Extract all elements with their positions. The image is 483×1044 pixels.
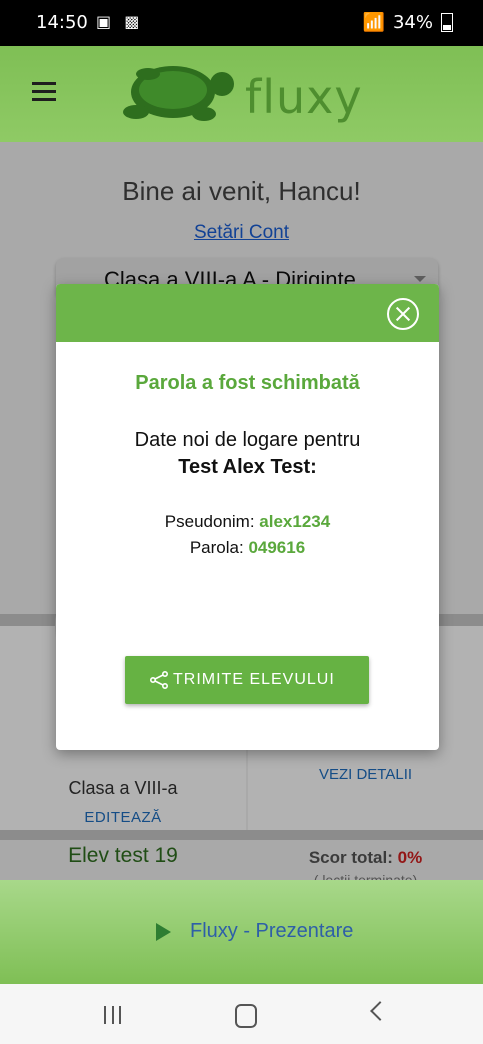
username-label: Pseudonim: — [164, 512, 255, 531]
password-row: Parola: 049616 — [56, 538, 439, 558]
student-fullname: Test Alex Test: — [178, 456, 317, 478]
close-icon[interactable] — [387, 298, 419, 330]
password-value: 049616 — [248, 538, 306, 557]
dialog-header — [56, 284, 439, 342]
system-nav-bar — [0, 984, 483, 1044]
recent-apps-icon[interactable] — [104, 1006, 121, 1024]
dialog-title: Parola a fost schimbată — [135, 372, 360, 394]
username-row: Pseudonim: alex1234 — [56, 512, 439, 532]
menu-icon[interactable] — [32, 82, 56, 101]
back-icon[interactable] — [370, 1001, 390, 1021]
status-right: 📶 34% — [363, 12, 453, 33]
app-header: fluxy — [0, 46, 483, 142]
battery-percent: 34% — [392, 12, 433, 33]
share-icon — [149, 670, 169, 690]
signal-icon: 📶 — [362, 12, 385, 33]
password-changed-dialog: Parola a fost schimbată Date noi de loga… — [56, 284, 439, 750]
footer: Fluxy - Prezentare — [0, 880, 483, 984]
play-icon[interactable] — [156, 923, 171, 941]
app-name: fluxy — [245, 70, 363, 124]
presentation-link[interactable]: Fluxy - Prezentare — [190, 920, 353, 943]
username-value: alex1234 — [259, 512, 331, 531]
status-time: 14:50 — [36, 12, 88, 33]
turtle-logo-icon — [123, 66, 234, 121]
password-label: Parola: — [189, 538, 244, 557]
notification-icons: ▣ ▩ — [96, 12, 144, 31]
status-bar: 14:50 ▣ ▩ 📶 34% — [0, 0, 483, 46]
dialog-message: Date noi de logare pentru — [134, 429, 361, 451]
send-to-student-button[interactable]: TRIMITE ELEVULUI — [125, 656, 369, 704]
home-icon[interactable] — [235, 1004, 257, 1028]
battery-icon — [441, 13, 453, 32]
send-button-label: TRIMITE ELEVULUI — [173, 671, 335, 688]
